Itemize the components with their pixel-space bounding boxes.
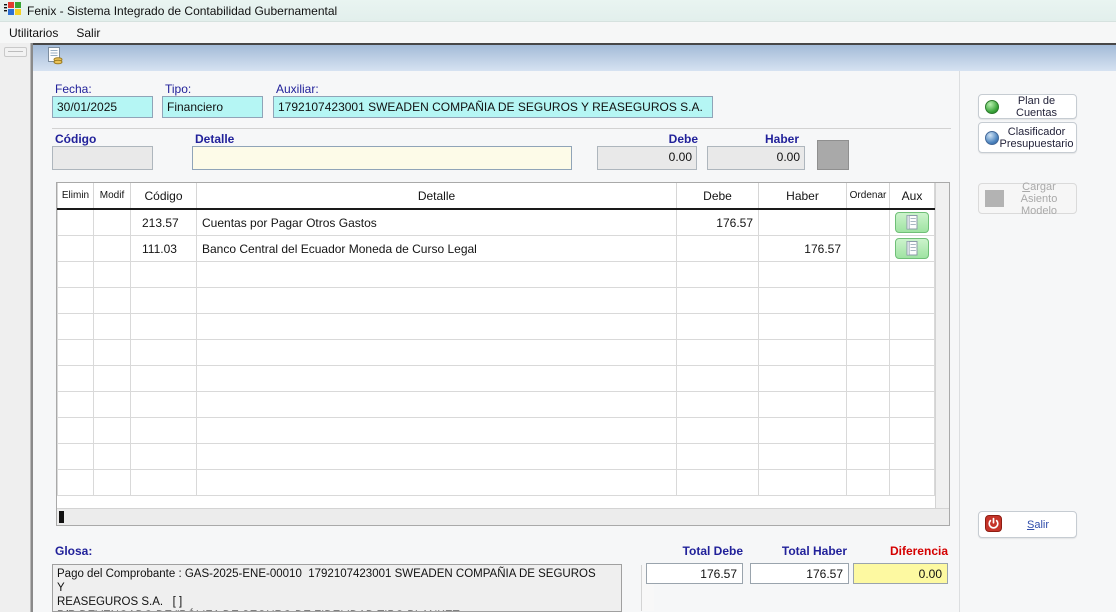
empty-row bbox=[58, 340, 935, 366]
empty-row bbox=[58, 444, 935, 470]
codigo-entry-field[interactable] bbox=[52, 146, 153, 170]
journal-table: Elimin Modif Código Detalle Debe Haber O… bbox=[57, 183, 935, 496]
cell-ordenar bbox=[847, 209, 890, 236]
empty-row bbox=[58, 470, 935, 496]
salir-button-label: Salir bbox=[1002, 517, 1076, 533]
cargar-asiento-modelo-label: Cargar Asiento Modelo bbox=[1004, 179, 1076, 219]
app-windows-logo-icon bbox=[4, 1, 21, 21]
cell-modif[interactable] bbox=[94, 209, 131, 236]
cell-ordenar bbox=[847, 236, 890, 262]
notepad-icon bbox=[906, 241, 918, 256]
empty-row bbox=[58, 392, 935, 418]
document-coins-icon bbox=[45, 46, 65, 71]
col-codigo: Código bbox=[131, 183, 197, 209]
menu-utilitarios[interactable]: Utilitarios bbox=[0, 23, 67, 43]
plan-de-cuentas-label: Plan de Cuentas bbox=[999, 93, 1076, 121]
col-modif: Modif bbox=[94, 183, 131, 209]
cell-aux bbox=[890, 209, 935, 236]
notepad-icon bbox=[906, 215, 918, 230]
debe-entry-field[interactable]: 0.00 bbox=[597, 146, 697, 170]
haber-entry-field[interactable]: 0.00 bbox=[707, 146, 805, 170]
tipo-field[interactable]: Financiero bbox=[162, 96, 263, 118]
table-row[interactable]: 111.03 Banco Central del Ecuador Moneda … bbox=[58, 236, 935, 262]
col-ordenar: Ordenar bbox=[847, 183, 890, 209]
cargar-asiento-modelo-button[interactable]: Cargar Asiento Modelo bbox=[978, 183, 1077, 214]
codigo-entry-label: Código bbox=[55, 132, 96, 146]
grid-horizontal-scrollbar[interactable] bbox=[57, 508, 949, 525]
table-row[interactable]: 213.57 Cuentas por Pagar Otros Gastos 17… bbox=[58, 209, 935, 236]
detalle-entry-label: Detalle bbox=[195, 132, 234, 146]
aux-button[interactable] bbox=[895, 238, 929, 259]
cell-modif[interactable] bbox=[94, 236, 131, 262]
grid-vertical-scrollbar[interactable] bbox=[935, 183, 949, 508]
window-title: Fenix - Sistema Integrado de Contabilida… bbox=[27, 4, 337, 18]
empty-row bbox=[58, 288, 935, 314]
total-haber-field: 176.57 bbox=[750, 563, 849, 584]
total-debe-label: Total Debe bbox=[653, 544, 743, 558]
blue-sphere-icon bbox=[985, 131, 999, 145]
haber-entry-label: Haber bbox=[749, 132, 799, 146]
auxiliar-field[interactable]: 1792107423001 SWEADEN COMPAÑIA DE SEGURO… bbox=[273, 96, 713, 118]
menu-salir[interactable]: Salir bbox=[67, 23, 109, 43]
menubar: Utilitarios Salir bbox=[0, 22, 1116, 43]
grid-header-row: Elimin Modif Código Detalle Debe Haber O… bbox=[58, 183, 935, 209]
diferencia-field: 0.00 bbox=[853, 563, 948, 584]
clasificador-presupuestario-button[interactable]: Clasificador Presupuestario bbox=[978, 122, 1077, 153]
gray-square-icon bbox=[985, 190, 1004, 207]
col-elimin: Elimin bbox=[58, 183, 94, 209]
tipo-label: Tipo: bbox=[165, 82, 191, 96]
green-sphere-icon bbox=[985, 100, 999, 114]
grid-hscroll-thumb[interactable] bbox=[59, 511, 64, 523]
separator-line bbox=[52, 128, 951, 129]
empty-row bbox=[58, 262, 935, 288]
save-voucher-button[interactable] bbox=[43, 47, 67, 69]
cell-codigo: 213.57 bbox=[131, 209, 197, 236]
salir-button[interactable]: Salir bbox=[978, 511, 1077, 538]
journal-grid[interactable]: Elimin Modif Código Detalle Debe Haber O… bbox=[56, 182, 950, 526]
cell-elimin[interactable] bbox=[58, 209, 94, 236]
empty-row bbox=[58, 314, 935, 340]
aux-button[interactable] bbox=[895, 212, 929, 233]
panel-divider bbox=[959, 71, 960, 612]
diferencia-label: Diferencia bbox=[858, 544, 948, 558]
col-aux: Aux bbox=[890, 183, 935, 209]
empty-row bbox=[58, 366, 935, 392]
detalle-entry-field[interactable] bbox=[192, 146, 572, 170]
auxiliar-label: Auxiliar: bbox=[276, 82, 319, 96]
fecha-field[interactable]: 30/01/2025 bbox=[52, 96, 153, 118]
cell-debe: 176.57 bbox=[677, 209, 759, 236]
clasificador-presupuestario-label: Clasificador Presupuestario bbox=[999, 124, 1076, 152]
glosa-label: Glosa: bbox=[55, 544, 92, 558]
plan-de-cuentas-button[interactable]: Plan de Cuentas bbox=[978, 94, 1077, 119]
col-haber: Haber bbox=[759, 183, 847, 209]
col-detalle: Detalle bbox=[197, 183, 677, 209]
form-content: Fecha: 30/01/2025 Tipo: Financiero Auxil… bbox=[33, 71, 1116, 612]
col-debe: Debe bbox=[677, 183, 759, 209]
cell-detalle: Cuentas por Pagar Otros Gastos bbox=[197, 209, 677, 236]
total-debe-field: 176.57 bbox=[646, 563, 743, 584]
cell-debe bbox=[677, 236, 759, 262]
cell-aux bbox=[890, 236, 935, 262]
cell-codigo: 111.03 bbox=[131, 236, 197, 262]
fecha-label: Fecha: bbox=[55, 82, 92, 96]
toolbar bbox=[33, 45, 1116, 71]
cell-detalle: Banco Central del Ecuador Moneda de Curs… bbox=[197, 236, 677, 262]
glosa-textarea[interactable]: Pago del Comprobante : GAS-2025-ENE-0001… bbox=[52, 564, 622, 612]
empty-row bbox=[58, 418, 935, 444]
cell-elimin[interactable] bbox=[58, 236, 94, 262]
cell-haber: 176.57 bbox=[759, 236, 847, 262]
total-haber-label: Total Haber bbox=[757, 544, 847, 558]
app-window: Fenix - Sistema Integrado de Contabilida… bbox=[0, 0, 1116, 612]
cell-haber bbox=[759, 209, 847, 236]
mdi-left-strip bbox=[0, 43, 31, 612]
mdi-grip-handle[interactable] bbox=[4, 47, 27, 57]
power-icon bbox=[985, 515, 1002, 535]
debe-entry-label: Debe bbox=[648, 132, 698, 146]
titlebar: Fenix - Sistema Integrado de Contabilida… bbox=[0, 0, 1116, 22]
add-line-button[interactable] bbox=[817, 140, 849, 170]
